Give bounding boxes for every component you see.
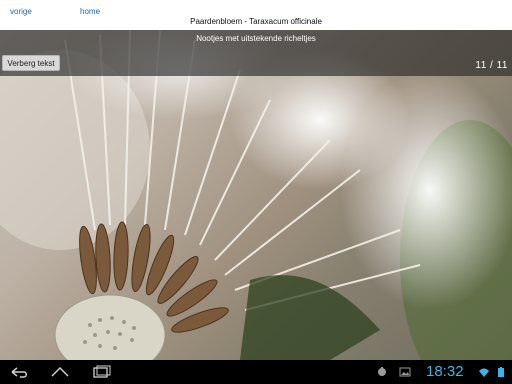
- image-notification-icon: [399, 367, 411, 377]
- system-navigation-bar: 18:32: [0, 360, 512, 384]
- wifi-icon: [479, 368, 489, 377]
- top-navigation-bar: vorige home Paardenbloem - Taraxacum off…: [0, 0, 512, 30]
- home-link[interactable]: home: [80, 7, 100, 16]
- usb-debug-icon: [378, 367, 386, 376]
- back-icon[interactable]: [6, 363, 32, 381]
- dandelion-seed-illustration: [0, 30, 512, 360]
- recent-apps-icon[interactable]: [88, 363, 114, 381]
- page-title: Paardenbloem - Taraxacum officinale: [190, 17, 322, 26]
- battery-icon: [498, 367, 504, 377]
- previous-link[interactable]: vorige: [10, 7, 32, 16]
- image-caption: Nootjes met uitstekende richeltjes: [196, 34, 316, 43]
- dandelion-photo: [0, 30, 512, 360]
- image-counter: 11 / 11: [475, 60, 508, 71]
- hide-text-button[interactable]: Verberg tekst: [2, 55, 60, 71]
- clock: 18:32: [426, 363, 464, 380]
- home-icon[interactable]: [47, 363, 73, 381]
